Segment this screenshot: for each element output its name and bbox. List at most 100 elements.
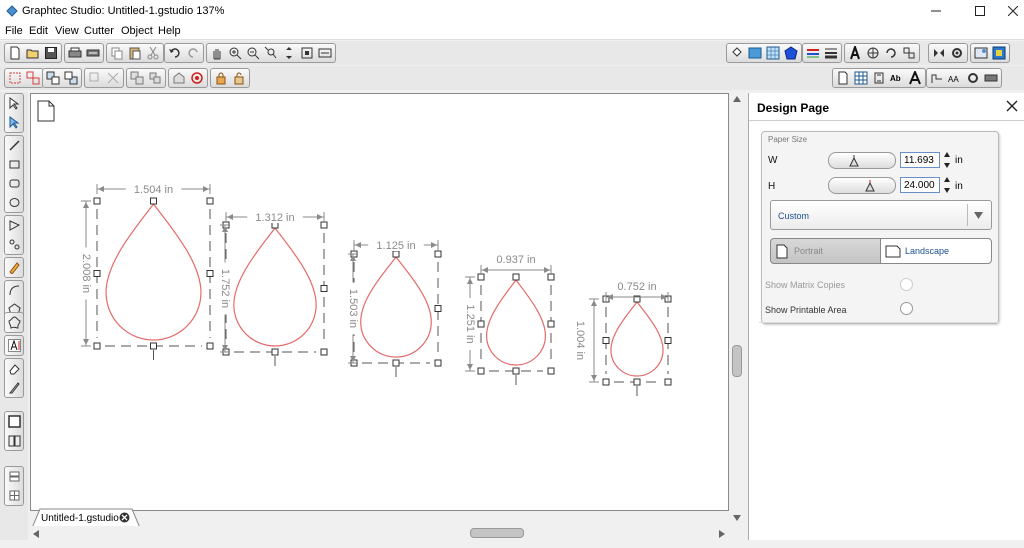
page-setup-button[interactable] <box>746 44 764 62</box>
width-slider[interactable] <box>828 152 896 169</box>
design-canvas[interactable]: 1.504 in 2.008 in 1.312 in 1.752 in 1.125 in… <box>30 93 729 511</box>
line-style-button[interactable] <box>822 44 840 62</box>
height-input[interactable] <box>900 177 940 193</box>
menu-object[interactable]: Object <box>121 25 153 37</box>
selection-handle[interactable] <box>547 367 555 375</box>
selection-handle[interactable] <box>206 270 214 277</box>
knife-tool[interactable] <box>5 378 23 397</box>
edit-points-tool[interactable] <box>5 113 23 132</box>
registration-marks-button[interactable] <box>188 69 206 87</box>
lock-button[interactable] <box>212 69 230 87</box>
arc-tool[interactable] <box>5 281 23 300</box>
teardrop-shape[interactable] <box>105 203 202 341</box>
teardrop-shape[interactable] <box>485 278 547 366</box>
zoom-width-button[interactable] <box>316 44 334 62</box>
selection-handle[interactable] <box>602 378 610 386</box>
scale-button[interactable] <box>870 69 888 87</box>
selection-handle[interactable] <box>93 342 101 350</box>
compound-path-button[interactable] <box>86 69 104 87</box>
selection-handle[interactable] <box>434 250 442 258</box>
document-tab[interactable]: Untitled-1.gstudio <box>32 508 142 528</box>
menu-cutter[interactable]: Cutter <box>84 25 114 37</box>
mirror-button[interactable] <box>930 44 948 62</box>
scroll-down-icon[interactable] <box>732 514 742 522</box>
send-backward-button[interactable] <box>62 69 80 87</box>
width-slider-thumb[interactable] <box>849 155 859 167</box>
trace-button[interactable]: AA <box>946 69 964 87</box>
group-button[interactable] <box>6 69 24 87</box>
selection-handle[interactable] <box>150 197 157 205</box>
selection-handle[interactable] <box>477 320 485 328</box>
vertical-scroll-thumb[interactable] <box>732 345 742 377</box>
library-tool[interactable] <box>5 431 23 450</box>
selection-handle[interactable] <box>512 273 520 281</box>
offset-button[interactable] <box>928 69 946 87</box>
cut-button[interactable] <box>144 44 162 62</box>
portrait-option[interactable]: Portrait <box>770 238 881 264</box>
text-settings-button[interactable]: Ab <box>888 69 906 87</box>
selection-handle[interactable] <box>602 337 610 344</box>
page-settings-button[interactable] <box>834 69 852 87</box>
line-color-button[interactable] <box>804 44 822 62</box>
selection-handle[interactable] <box>664 378 672 386</box>
scroll-right-icon[interactable] <box>718 529 726 539</box>
text-tool[interactable] <box>5 336 23 355</box>
select-tool[interactable] <box>5 94 23 113</box>
close-window-button[interactable] <box>1002 0 1024 22</box>
selection-handle[interactable] <box>392 359 400 367</box>
replicate-button[interactable] <box>864 44 882 62</box>
line-tool[interactable] <box>5 136 23 155</box>
send-to-cutter-button[interactable] <box>84 44 102 62</box>
rounded-rectangle-tool[interactable] <box>5 174 23 193</box>
width-spinner-icon[interactable] <box>943 151 951 169</box>
freehand-tool[interactable] <box>5 258 23 277</box>
align-button[interactable] <box>900 44 918 62</box>
selection-handle[interactable] <box>434 359 442 367</box>
cutter-settings-button[interactable] <box>964 69 982 87</box>
selection-handle[interactable] <box>512 367 520 375</box>
shape-fill-button[interactable] <box>782 44 800 62</box>
teardrop-shape[interactable] <box>360 256 432 358</box>
ungroup-button[interactable] <box>24 69 42 87</box>
new-button[interactable] <box>6 44 24 62</box>
height-spinner-icon[interactable] <box>943 176 951 194</box>
print-button[interactable] <box>66 44 84 62</box>
menu-file[interactable]: File <box>5 25 23 37</box>
open-button[interactable] <box>24 44 42 62</box>
fill-button[interactable] <box>728 44 746 62</box>
width-input[interactable] <box>900 152 940 168</box>
selection-handle[interactable] <box>320 221 328 229</box>
selection-handle[interactable] <box>633 378 641 386</box>
zoom-out-button[interactable] <box>244 44 262 62</box>
teardrop-shape[interactable] <box>233 227 317 347</box>
selection-handle[interactable] <box>206 342 214 350</box>
rectangle-tool[interactable] <box>5 155 23 174</box>
scroll-up-icon[interactable] <box>732 95 742 103</box>
close-panel-icon[interactable] <box>1006 100 1018 112</box>
curve-tool[interactable] <box>5 235 23 254</box>
paper-preset-dropdown[interactable]: Custom <box>770 200 992 230</box>
selection-handle[interactable] <box>206 197 214 205</box>
height-slider[interactable] <box>828 177 896 194</box>
selection-handle[interactable] <box>271 348 279 356</box>
font-settings-button[interactable] <box>906 69 924 87</box>
show-matrix-copies-toggle[interactable] <box>900 278 913 291</box>
layer-grid-tool[interactable] <box>5 486 23 505</box>
height-slider-thumb[interactable] <box>865 180 875 192</box>
bring-forward-button[interactable] <box>44 69 62 87</box>
teardrop-shape[interactable] <box>610 301 664 377</box>
polygon-tool[interactable] <box>5 216 23 235</box>
text-style-button[interactable] <box>846 44 864 62</box>
design-store-button[interactable] <box>990 44 1008 62</box>
transform-button[interactable] <box>882 44 900 62</box>
paste-button[interactable] <box>126 44 144 62</box>
selection-handle[interactable] <box>320 348 328 356</box>
close-tab-icon[interactable] <box>119 512 130 523</box>
vertical-scrollbar[interactable] <box>730 93 744 525</box>
eraser-tool[interactable] <box>5 359 23 378</box>
landscape-option[interactable]: Landscape <box>880 238 992 264</box>
duplicate-button[interactable] <box>128 69 146 87</box>
maximize-button[interactable] <box>958 0 1002 22</box>
selection-handle[interactable] <box>434 305 442 312</box>
flower-tool[interactable] <box>5 313 23 332</box>
